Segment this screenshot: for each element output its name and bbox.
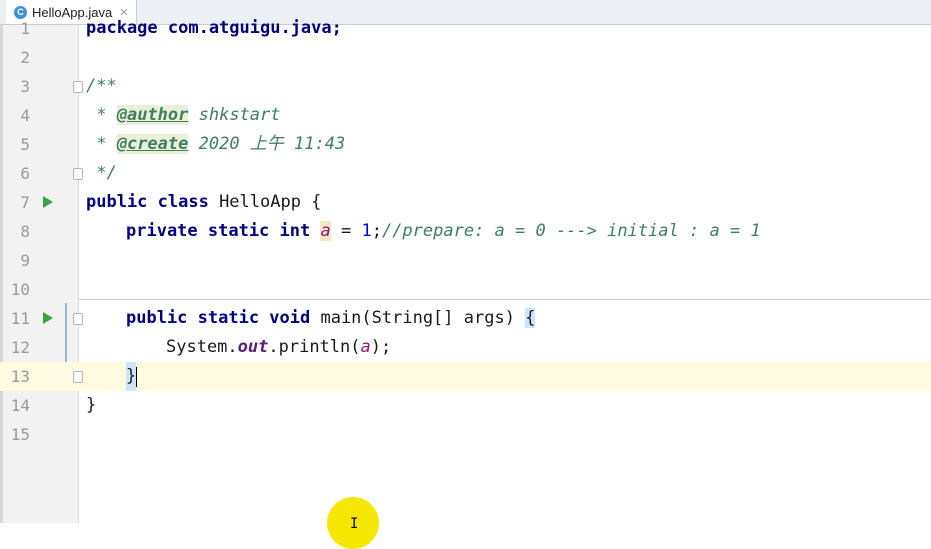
keyword: private static int — [126, 221, 311, 241]
line-number: 13 — [10, 367, 30, 386]
code-text: System.out.println(a); — [166, 333, 391, 362]
keyword: public static void — [126, 308, 311, 328]
method-separator — [78, 299, 931, 300]
code-text: package com.atguigu.java; — [86, 18, 342, 38]
doc-value: 2020 上午 11:43 — [188, 134, 346, 154]
code-line: 8 private static int a = 1;//prepare: a … — [0, 217, 931, 246]
line-number: 10 — [10, 280, 30, 299]
field-name: a — [320, 221, 331, 241]
code-line: 9 — [0, 246, 931, 275]
line-number: 9 — [20, 251, 30, 270]
run-icon[interactable] — [43, 312, 53, 324]
fold-icon[interactable] — [73, 168, 83, 180]
text-caret — [136, 367, 137, 387]
line-number: 2 — [20, 48, 30, 67]
line-number: 3 — [20, 77, 30, 96]
doc-prefix: * — [86, 134, 117, 154]
line-number: 12 — [10, 338, 30, 357]
class-decl: HelloApp { — [208, 192, 322, 212]
line-number: 7 — [20, 193, 30, 212]
text-cursor-icon: I — [350, 516, 359, 532]
code-line: 4 * @author shkstart — [0, 101, 931, 130]
doc-prefix: * — [86, 105, 117, 125]
fold-icon[interactable] — [73, 313, 83, 325]
field-ref: a — [360, 337, 371, 357]
line-number: 1 — [20, 19, 30, 38]
code-text: private static int a = 1;//prepare: a = … — [126, 217, 761, 246]
code-text: * @create 2020 上午 11:43 — [86, 130, 345, 159]
method-call: .println( — [268, 337, 361, 357]
code-line: 11 public static void main(String[] args… — [0, 304, 931, 333]
line-number: 4 — [20, 106, 30, 125]
code-line: 1 package com.atguigu.java; — [0, 14, 931, 43]
fold-icon[interactable] — [73, 81, 83, 93]
code-text: public static void main(String[] args) { — [126, 304, 536, 333]
doc-comment-close: */ — [86, 163, 117, 183]
line-number: 14 — [10, 396, 30, 415]
code-line: 5 * @create 2020 上午 11:43 — [0, 130, 931, 159]
doc-tag: @author — [116, 105, 189, 125]
line-comment: //prepare: a = 0 ---> initial : a = 1 — [381, 221, 761, 241]
class-ref: System. — [166, 337, 238, 357]
call-close: ); — [370, 337, 392, 357]
number-literal: 1 — [361, 221, 372, 241]
code-text: public class HelloApp { — [86, 188, 321, 217]
doc-comment-open: /** — [86, 76, 117, 96]
matched-brace: } — [126, 362, 137, 391]
code-line: 14 } — [0, 391, 931, 420]
code-line: 2 — [0, 43, 931, 72]
method-signature: main(String[] args) — [310, 308, 526, 328]
code-line: 15 — [0, 420, 931, 449]
code-editor[interactable]: 1 package com.atguigu.java; 2 3 /** 4 * … — [0, 18, 931, 523]
code-line: 6 */ — [0, 159, 931, 188]
semicolon: ; — [371, 221, 382, 241]
doc-tag: @create — [116, 134, 189, 154]
code-text: * @author shkstart — [86, 101, 281, 130]
line-number: 6 — [20, 164, 30, 183]
operator: = — [330, 221, 362, 241]
code-line: 7 public class HelloApp { — [0, 188, 931, 217]
matched-brace: { — [525, 308, 536, 328]
doc-value: shkstart — [188, 105, 281, 125]
code-text: } — [86, 395, 97, 415]
line-number: 5 — [20, 135, 30, 154]
line-number: 8 — [20, 222, 30, 241]
keyword: public class — [86, 192, 209, 212]
code-line-current: 13 } — [0, 362, 931, 391]
line-number: 15 — [10, 425, 30, 444]
fold-icon[interactable] — [73, 371, 83, 383]
code-line: 12 System.out.println(a); — [0, 333, 931, 362]
run-icon[interactable] — [43, 196, 53, 208]
line-number: 11 — [10, 309, 30, 328]
code-line: 3 /** — [0, 72, 931, 101]
static-field: out — [237, 337, 269, 357]
